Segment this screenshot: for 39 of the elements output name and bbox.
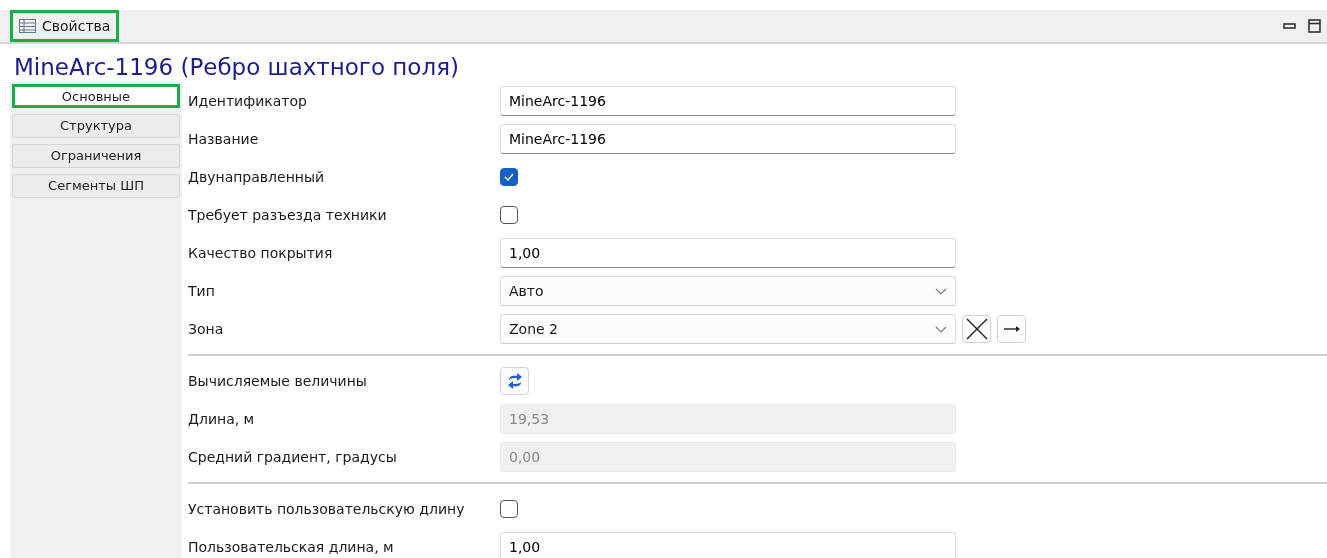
minimize-icon[interactable] <box>1283 23 1296 29</box>
text-field[interactable]: MineArc-1196 <box>500 124 956 154</box>
text-field[interactable]: MineArc-1196 <box>500 86 956 116</box>
panel-title: Свойства <box>42 16 111 36</box>
chevron-down-icon <box>935 325 947 333</box>
field-label: Зона <box>188 319 225 339</box>
text-field[interactable]: 1,00 <box>500 532 956 558</box>
panel-tab[interactable]: Свойства <box>10 10 120 42</box>
arrow-right-icon <box>1003 326 1020 332</box>
refresh-button[interactable] <box>500 367 529 395</box>
maximize-icon[interactable] <box>1308 19 1321 33</box>
field-label: Двунаправленный <box>188 167 326 187</box>
field-label: Название <box>188 129 260 149</box>
sidebar-tab[interactable]: Основные <box>12 84 180 108</box>
checkmark-icon <box>504 173 514 181</box>
close-icon <box>965 318 988 340</box>
field-label: Качество покрытия <box>188 243 334 263</box>
field-label: Идентификатор <box>188 91 308 111</box>
object-title: MineArc-1196 (Ребро шахтного поля) <box>13 53 460 82</box>
checkbox[interactable] <box>500 168 518 186</box>
field-label: Требует разъезда техники <box>188 205 388 225</box>
checkbox[interactable] <box>500 206 518 224</box>
sidebar-tab[interactable]: Структура <box>12 114 180 138</box>
sidebar-tab[interactable]: Ограничения <box>12 144 180 168</box>
table-icon <box>19 19 36 33</box>
chevron-down-icon <box>935 287 947 295</box>
checkbox[interactable] <box>500 500 518 518</box>
field-label: Средний градиент, градусы <box>188 447 398 467</box>
dropdown[interactable]: Авто <box>500 276 956 306</box>
sidebar-tab[interactable]: Сегменты ШП <box>12 174 180 198</box>
text-field[interactable]: 1,00 <box>500 238 956 268</box>
field-label: Тип <box>188 281 216 301</box>
field-label: Пользовательская длина, м <box>188 537 395 557</box>
clear-button[interactable] <box>962 315 991 343</box>
go-button[interactable] <box>997 315 1026 343</box>
field-label: Установить пользовательскую длину <box>188 499 466 519</box>
field-label: Вычисляемые величины <box>188 371 368 391</box>
dropdown[interactable]: Zone 2 <box>500 314 956 344</box>
field-label: Длина, м <box>188 409 256 429</box>
